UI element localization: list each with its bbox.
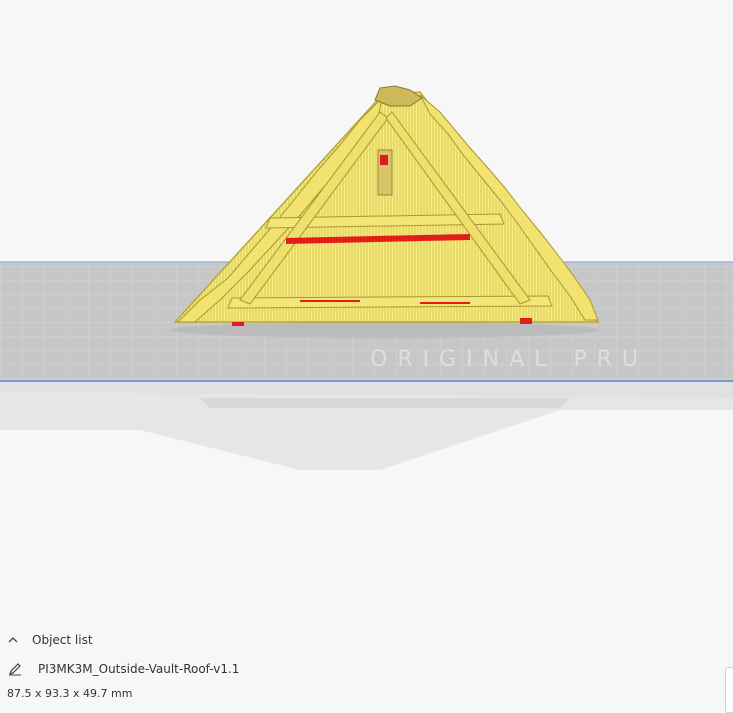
object-dimensions: 87.5 x 93.3 x 49.7 mm <box>7 687 133 700</box>
object-list-item[interactable]: PI3MK3M_Outside-Vault-Roof-v1.1 <box>8 659 239 679</box>
side-panel-edge[interactable] <box>725 667 733 713</box>
pencil-icon[interactable] <box>8 662 22 676</box>
object-list-toggle[interactable]: Object list <box>6 630 93 650</box>
object-name: PI3MK3M_Outside-Vault-Roof-v1.1 <box>38 662 240 676</box>
object-list-label: Object list <box>32 633 93 647</box>
scene-canvas: ORIGINAL PRU <box>0 85 733 470</box>
plate-watermark: ORIGINAL PRU <box>370 347 648 372</box>
3d-viewport[interactable]: ORIGINAL PRU <box>0 0 733 709</box>
roof-model[interactable] <box>170 85 600 338</box>
chevron-up-icon <box>6 633 20 647</box>
